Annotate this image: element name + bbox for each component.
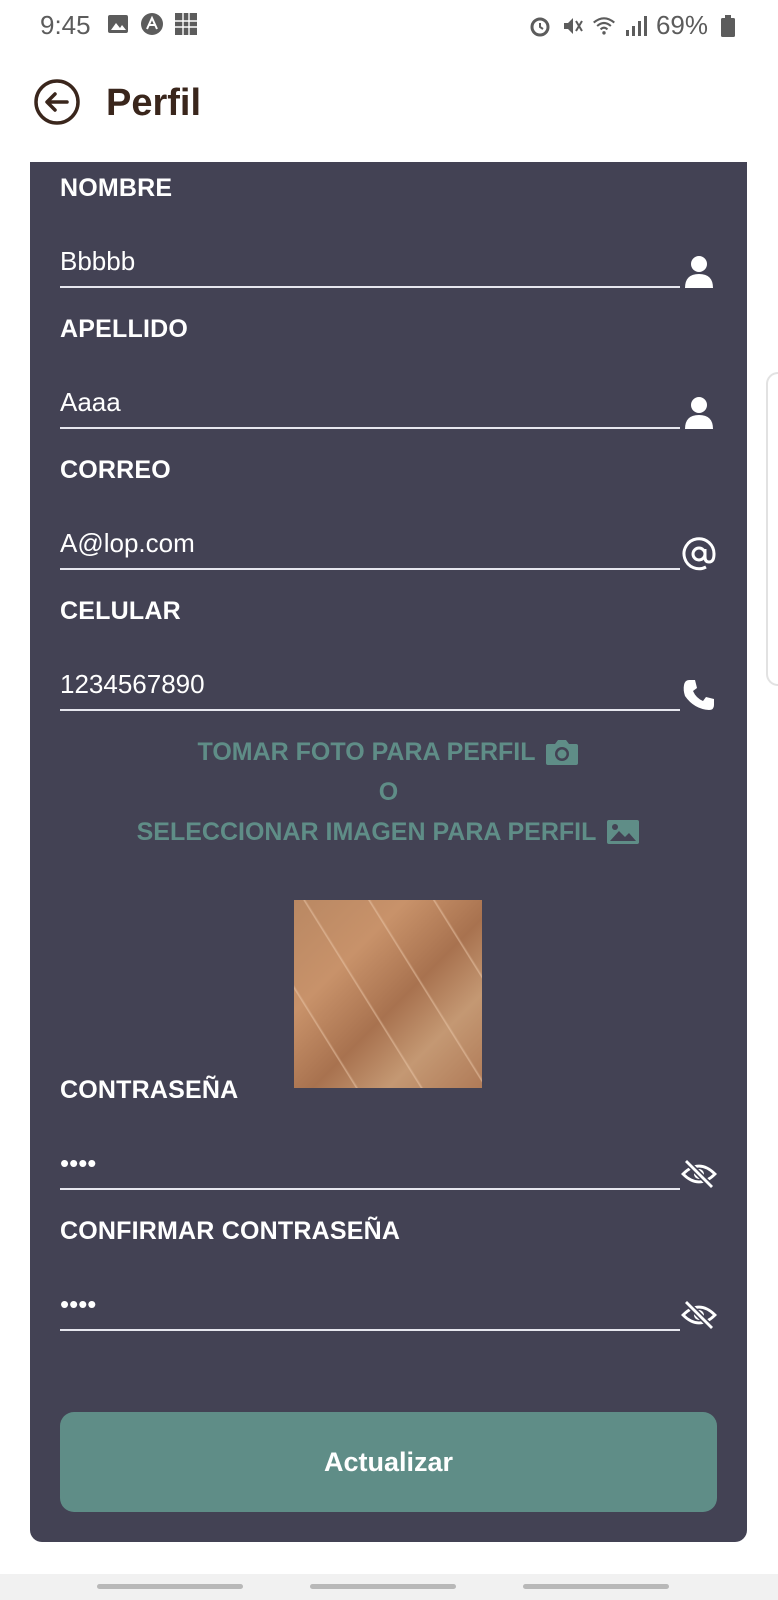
person-icon	[681, 395, 717, 431]
nombre-field: NOMBRE	[60, 174, 717, 304]
camera-icon	[546, 740, 579, 765]
app-header: Perfil	[0, 60, 778, 150]
image-icon	[607, 820, 640, 844]
take-photo-link[interactable]: TOMAR FOTO PARA PERFIL	[198, 732, 580, 772]
app-notification-icon	[140, 12, 164, 36]
alarm-icon	[528, 14, 552, 38]
correo-input[interactable]	[60, 518, 680, 570]
nombre-label: NOMBRE	[60, 174, 173, 202]
apellido-label: APELLIDO	[60, 315, 188, 343]
notification-icons	[106, 12, 198, 36]
system-navigation-bar	[0, 1574, 778, 1600]
signal-icon	[624, 14, 648, 38]
contrasena-label: CONTRASEÑA	[60, 1076, 239, 1104]
eye-off-icon[interactable]	[681, 1297, 717, 1333]
battery-percentage: 69%	[655, 10, 708, 40]
confirmar-contrasena-field: CONFIRMAR CONTRASEÑA	[60, 1217, 717, 1347]
arrow-back-circle-icon	[34, 79, 80, 125]
page-title: Perfil	[106, 82, 202, 124]
wifi-icon	[592, 14, 616, 38]
system-icons: 69%	[528, 10, 740, 41]
apellido-field: APELLIDO	[60, 315, 717, 445]
or-separator: O	[378, 778, 399, 806]
mute-icon	[560, 14, 584, 38]
nombre-input[interactable]	[60, 236, 680, 288]
contrasena-input[interactable]	[60, 1138, 680, 1190]
update-button[interactable]: Actualizar	[60, 1412, 717, 1512]
home-button[interactable]	[310, 1584, 456, 1589]
back-button[interactable]	[33, 78, 81, 126]
contrasena-field: CONTRASEÑA	[60, 1076, 717, 1206]
recents-button[interactable]	[97, 1584, 243, 1589]
correo-field: CORREO	[60, 456, 717, 586]
take-photo-label: TOMAR FOTO PARA PERFIL	[197, 738, 536, 766]
profile-form-card: NOMBRE APELLIDO CORREO CELULAR TOMAR FOT	[30, 162, 747, 1542]
phone-icon	[681, 677, 717, 713]
profile-photo-preview	[294, 900, 482, 1088]
battery-icon	[716, 14, 740, 38]
select-image-label: SELECCIONAR IMAGEN PARA PERFIL	[136, 818, 597, 846]
gallery-notification-icon	[106, 12, 130, 36]
apellido-input[interactable]	[60, 377, 680, 429]
person-icon	[681, 254, 717, 290]
confirmar-contrasena-input[interactable]	[60, 1279, 680, 1331]
status-time: 9:45	[40, 10, 91, 40]
celular-field: CELULAR	[60, 597, 717, 727]
edge-panel-handle[interactable]	[766, 372, 778, 686]
celular-input[interactable]	[60, 659, 680, 711]
status-bar: 9:45 69%	[0, 0, 778, 50]
confirmar-contrasena-label: CONFIRMAR CONTRASEÑA	[60, 1217, 401, 1245]
select-image-link[interactable]: SELECCIONAR IMAGEN PARA PERFIL	[137, 812, 641, 852]
celular-label: CELULAR	[60, 597, 181, 625]
photo-options: TOMAR FOTO PARA PERFIL O SELECCIONAR IMA…	[30, 732, 747, 852]
correo-label: CORREO	[60, 456, 171, 484]
eye-off-icon[interactable]	[681, 1156, 717, 1192]
at-icon	[681, 536, 717, 572]
back-nav-button[interactable]	[523, 1584, 669, 1589]
puzzle-notification-icon	[174, 12, 198, 36]
